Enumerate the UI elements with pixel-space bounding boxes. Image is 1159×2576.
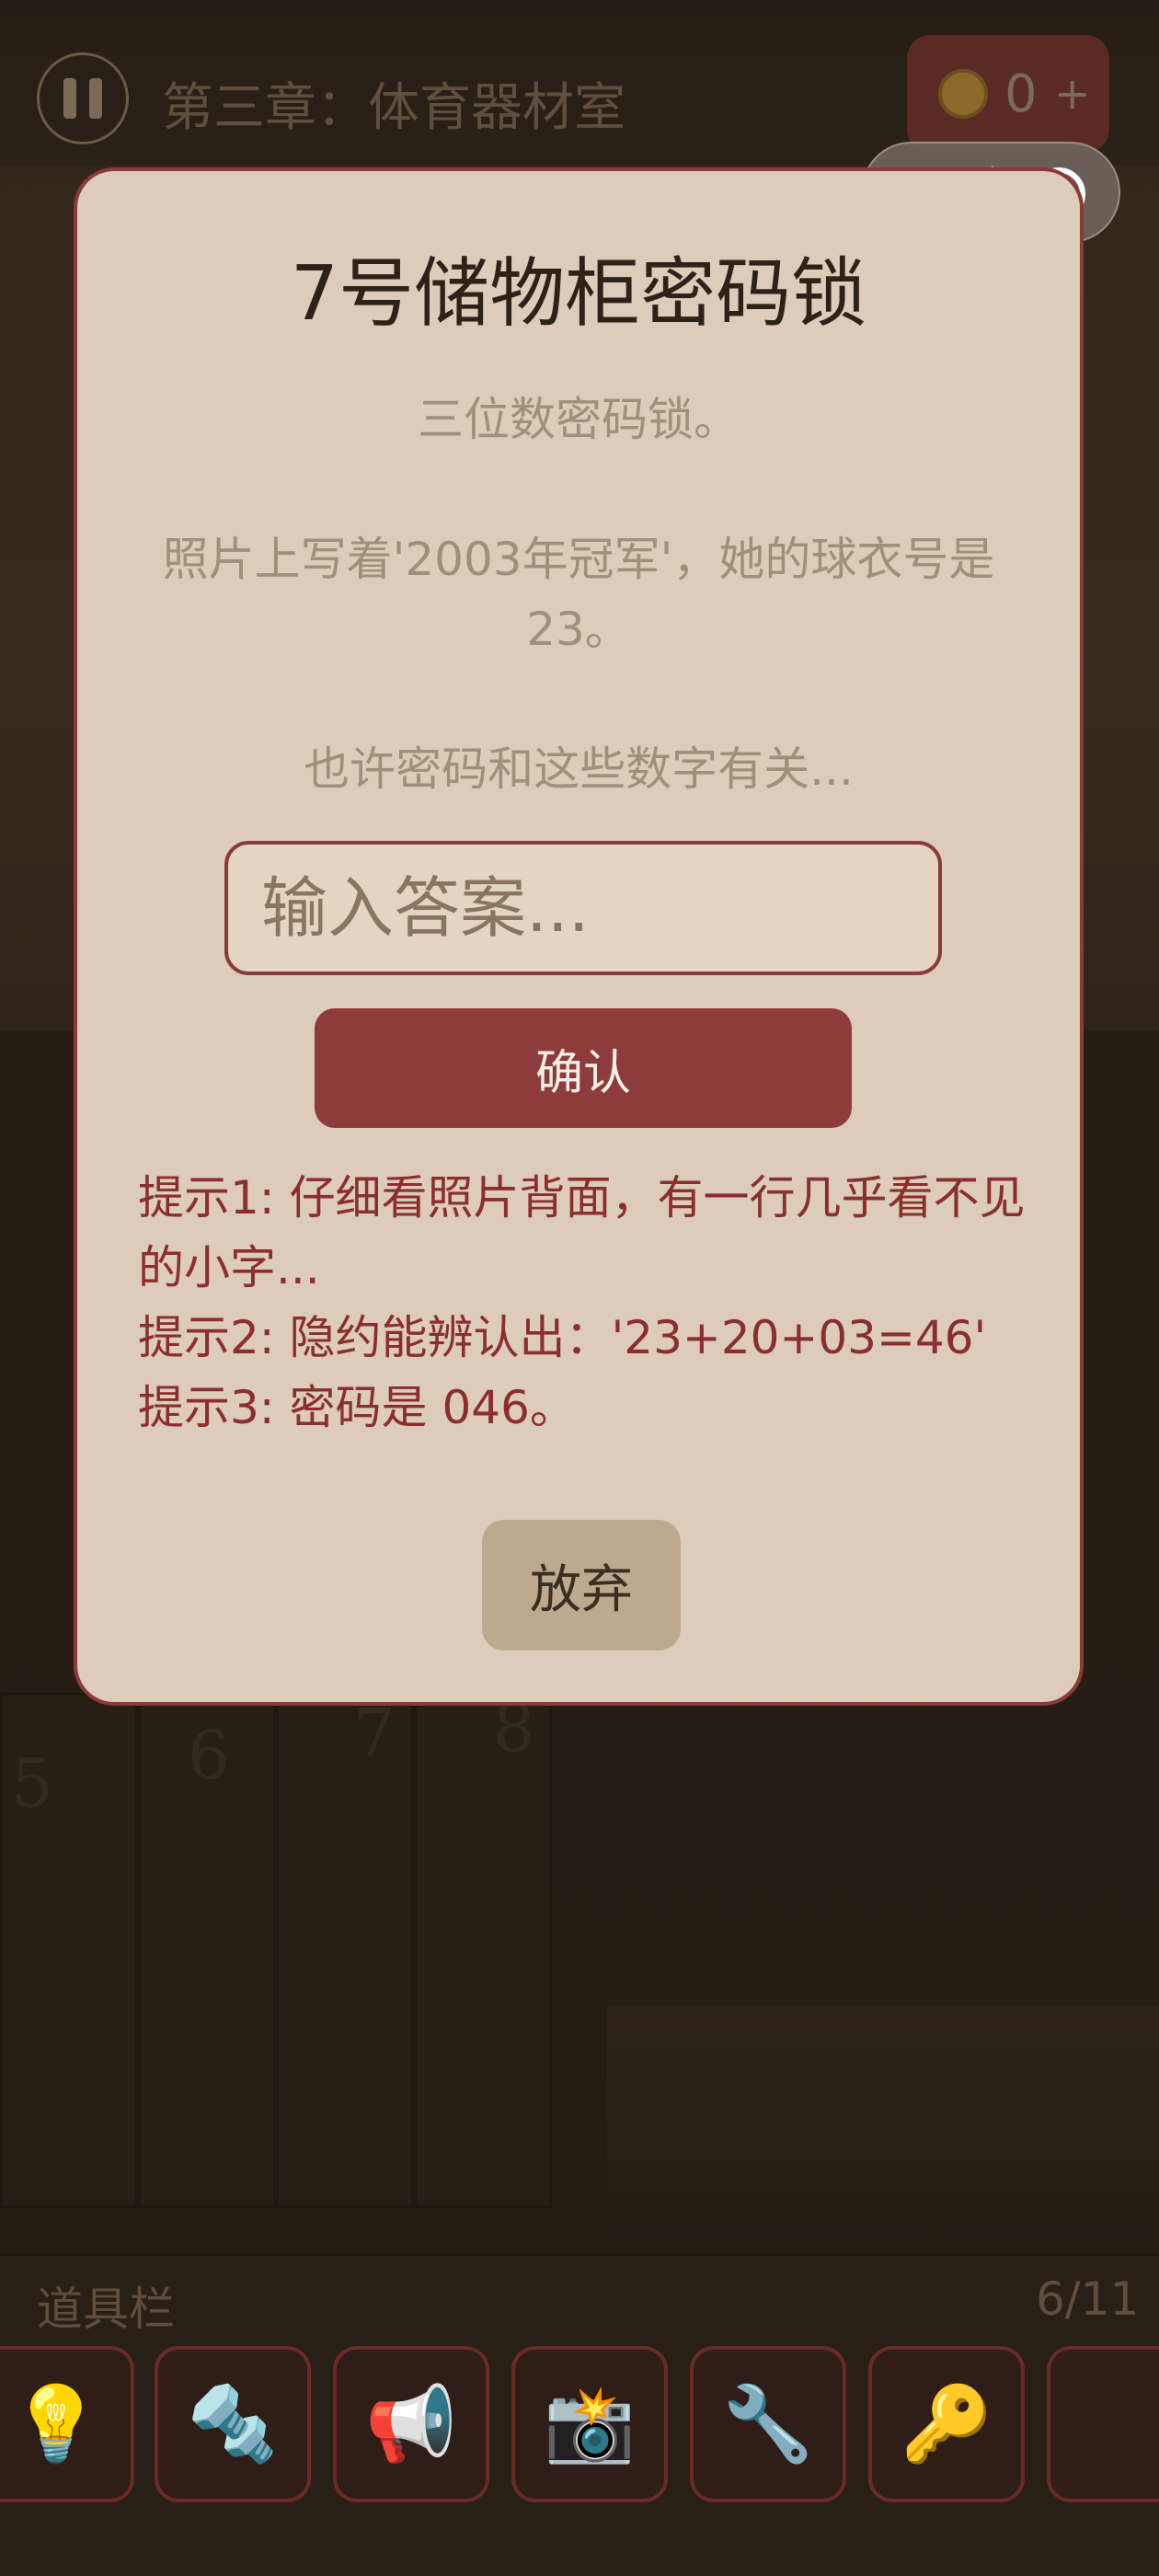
inventory-slot-key[interactable]: 🔑 [868,2346,1025,2502]
inventory-slot-wrench[interactable]: 🔧 [690,2346,846,2502]
hint-item: 提示3: 密码是 046。 [138,1381,576,1434]
pause-icon [63,78,76,119]
inventory-count: 6/11 [1036,2272,1140,2326]
answer-input[interactable] [224,841,942,975]
coin-counter-button[interactable]: 0 + [907,35,1109,153]
top-bar: 第三章：体育器材室 0 + [0,0,1159,166]
inventory-title: 道具栏 [37,2283,175,2336]
hint-list: 提示1: 仔细看照片背面，有一行几乎看不见的小字... 提示2: 隐约能辨认出：… [138,1163,1058,1443]
add-coins-icon: + [1053,68,1091,120]
inventory-slot-megaphone[interactable]: 📢 [333,2346,489,2502]
give-up-button[interactable]: 放弃 [482,1520,681,1650]
password-lock-dialog: 7号储物柜密码锁 三位数密码锁。 照片上写着'2003年冠军'，她的球衣号是23… [74,167,1084,1706]
camera-icon: 📸 [544,2381,636,2467]
bolt-icon: 🔩 [187,2381,279,2467]
hint-item: 提示1: 仔细看照片背面，有一行几乎看不见的小字... [138,1171,1026,1294]
megaphone-icon: 📢 [365,2381,457,2467]
pause-button[interactable] [37,52,129,144]
coin-count: 0 [1004,63,1038,124]
inventory-slot-empty[interactable] [1047,2346,1159,2502]
key-icon: 🔑 [901,2381,993,2467]
dialog-title: 7号储物柜密码锁 [290,250,867,338]
inventory-slot-lightbulb[interactable]: 💡 [0,2346,134,2502]
wrench-icon: 🔧 [722,2381,814,2467]
chapter-title: 第三章：体育器材室 [162,78,625,138]
confirm-button[interactable]: 确认 [315,1008,852,1128]
dialog-description: 三位数密码锁。 照片上写着'2003年冠军'，她的球衣号是23。 也许密码和这些… [162,393,995,796]
pause-icon [89,78,102,119]
inventory-slot-camera[interactable]: 📸 [511,2346,668,2502]
coin-icon [938,69,988,119]
lightbulb-icon: 💡 [10,2381,102,2467]
inventory-slot-bolt[interactable]: 🔩 [155,2346,311,2502]
hint-item: 提示2: 隐约能辨认出：'23+20+03=46' [138,1311,987,1364]
